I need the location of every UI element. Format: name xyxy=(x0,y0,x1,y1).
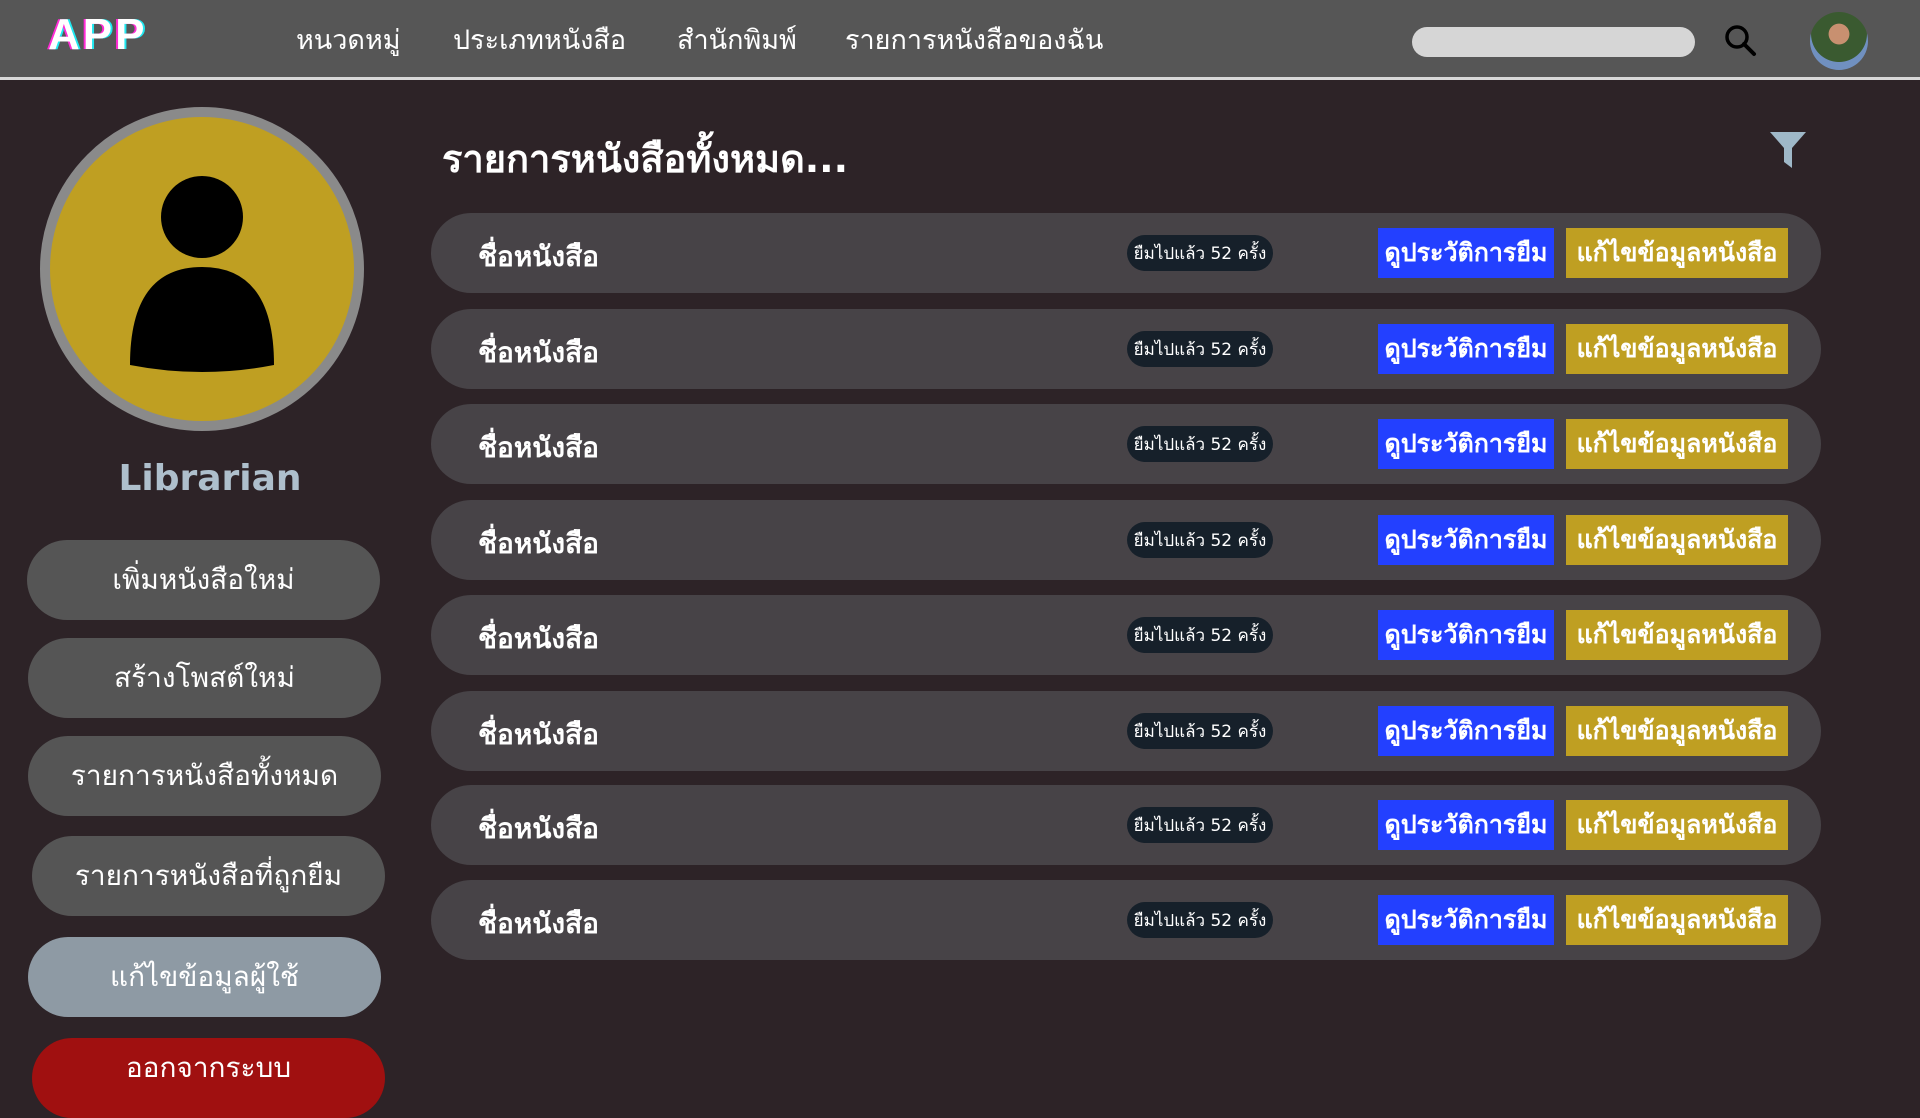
filter-icon[interactable] xyxy=(1768,128,1808,172)
borrow-count-badge: ยืมไปแล้ว 52 ครั้ง xyxy=(1127,426,1273,462)
book-name: ชื่อหนังสือ xyxy=(478,718,599,751)
view-history-button[interactable]: ดูประวัติการยืม xyxy=(1378,515,1554,565)
view-history-button[interactable]: ดูประวัติการยืม xyxy=(1378,800,1554,850)
nav-my-books[interactable]: รายการหนังสือของฉัน xyxy=(845,18,1103,61)
book-name: ชื่อหนังสือ xyxy=(478,431,599,464)
borrow-count-badge: ยืมไปแล้ว 52 ครั้ง xyxy=(1127,902,1273,938)
view-history-button[interactable]: ดูประวัติการยืม xyxy=(1378,895,1554,945)
top-navbar: APP หนวดหมู่ ประเภทหนังสือ สำนักพิมพ์ รา… xyxy=(0,0,1920,80)
view-history-button[interactable]: ดูประวัติการยืม xyxy=(1378,324,1554,374)
nav-categories[interactable]: หนวดหมู่ xyxy=(296,18,401,61)
view-history-button[interactable]: ดูประวัติการยืม xyxy=(1378,228,1554,278)
view-history-button[interactable]: ดูประวัติการยืม xyxy=(1378,419,1554,469)
book-row: ชื่อหนังสือ ยืมไปแล้ว 52 ครั้ง ดูประวัติ… xyxy=(431,785,1821,865)
edit-book-button[interactable]: แก้ไขข้อมูลหนังสือ xyxy=(1566,324,1788,374)
edit-book-button[interactable]: แก้ไขข้อมูลหนังสือ xyxy=(1566,419,1788,469)
nav-publishers[interactable]: สำนักพิมพ์ xyxy=(677,18,797,61)
edit-user-button[interactable]: แก้ไขข้อมูลผู้ใช้ xyxy=(28,937,381,1017)
edit-book-button[interactable]: แก้ไขข้อมูลหนังสือ xyxy=(1566,610,1788,660)
borrow-count-badge: ยืมไปแล้ว 52 ครั้ง xyxy=(1127,617,1273,653)
book-row: ชื่อหนังสือ ยืมไปแล้ว 52 ครั้ง ดูประวัติ… xyxy=(431,404,1821,484)
search-input[interactable] xyxy=(1412,27,1695,57)
borrow-count-badge: ยืมไปแล้ว 52 ครั้ง xyxy=(1127,522,1273,558)
book-name: ชื่อหนังสือ xyxy=(478,527,599,560)
user-avatar[interactable] xyxy=(1810,12,1868,70)
book-row: ชื่อหนังสือ ยืมไปแล้ว 52 ครั้ง ดูประวัติ… xyxy=(431,880,1821,960)
book-row: ชื่อหนังสือ ยืมไปแล้ว 52 ครั้ง ดูประวัติ… xyxy=(431,309,1821,389)
person-icon xyxy=(130,176,274,372)
book-row: ชื่อหนังสือ ยืมไปแล้ว 52 ครั้ง ดูประวัติ… xyxy=(431,691,1821,771)
logout-button[interactable]: ออกจากระบบ xyxy=(32,1038,385,1118)
book-row: ชื่อหนังสือ ยืมไปแล้ว 52 ครั้ง ดูประวัติ… xyxy=(431,595,1821,675)
book-row: ชื่อหนังสือ ยืมไปแล้ว 52 ครั้ง ดูประวัติ… xyxy=(431,500,1821,580)
edit-book-button[interactable]: แก้ไขข้อมูลหนังสือ xyxy=(1566,800,1788,850)
search-icon[interactable] xyxy=(1722,22,1758,58)
borrow-count-badge: ยืมไปแล้ว 52 ครั้ง xyxy=(1127,331,1273,367)
create-post-button[interactable]: สร้างโพสต์ใหม่ xyxy=(28,638,381,718)
borrow-count-badge: ยืมไปแล้ว 52 ครั้ง xyxy=(1127,807,1273,843)
page-title: รายการหนังสือทั้งหมด... xyxy=(442,137,849,181)
book-name: ชื่อหนังสือ xyxy=(478,240,599,273)
add-book-button[interactable]: เพิ่มหนังสือใหม่ xyxy=(27,540,380,620)
borrow-count-badge: ยืมไปแล้ว 52 ครั้ง xyxy=(1127,235,1273,271)
all-books-button[interactable]: รายการหนังสือทั้งหมด xyxy=(28,736,381,816)
book-name: ชื่อหนังสือ xyxy=(478,812,599,845)
nav-book-types[interactable]: ประเภทหนังสือ xyxy=(453,18,626,61)
book-name: ชื่อหนังสือ xyxy=(478,336,599,369)
book-name: ชื่อหนังสือ xyxy=(478,622,599,655)
view-history-button[interactable]: ดูประวัติการยืม xyxy=(1378,610,1554,660)
edit-book-button[interactable]: แก้ไขข้อมูลหนังสือ xyxy=(1566,895,1788,945)
borrow-count-badge: ยืมไปแล้ว 52 ครั้ง xyxy=(1127,713,1273,749)
user-role: Librarian xyxy=(118,458,302,499)
edit-book-button[interactable]: แก้ไขข้อมูลหนังสือ xyxy=(1566,515,1788,565)
book-row: ชื่อหนังสือ ยืมไปแล้ว 52 ครั้ง ดูประวัติ… xyxy=(431,213,1821,293)
borrowed-books-button[interactable]: รายการหนังสือที่ถูกยืม xyxy=(32,836,385,916)
app-logo[interactable]: APP xyxy=(48,10,147,60)
profile-picture xyxy=(40,107,364,431)
view-history-button[interactable]: ดูประวัติการยืม xyxy=(1378,706,1554,756)
book-name: ชื่อหนังสือ xyxy=(478,907,599,940)
edit-book-button[interactable]: แก้ไขข้อมูลหนังสือ xyxy=(1566,706,1788,756)
edit-book-button[interactable]: แก้ไขข้อมูลหนังสือ xyxy=(1566,228,1788,278)
